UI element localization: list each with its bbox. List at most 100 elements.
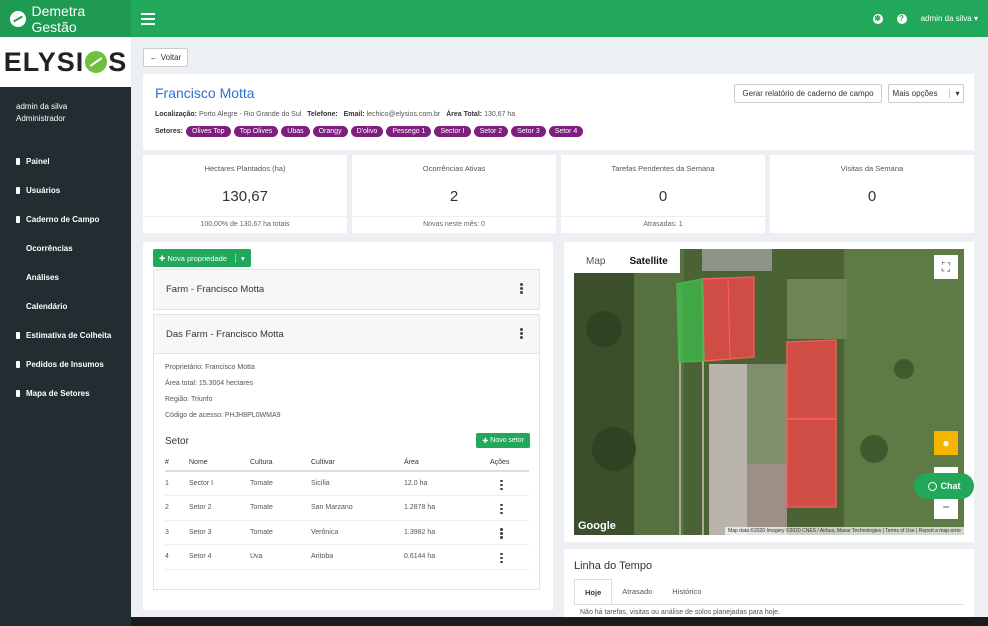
row-kebab-icon[interactable]: [500, 552, 503, 564]
sector-tag[interactable]: Setor 4: [548, 126, 584, 137]
sidebar-item-label: Painel: [26, 157, 50, 166]
cell-area: 1.3982 ha: [404, 520, 490, 545]
timeline-panel: Linha do Tempo Hoje Atrasado Histórico N…: [564, 549, 974, 617]
sector-tag[interactable]: Top Olives: [233, 126, 279, 137]
kebab-menu-icon[interactable]: [520, 328, 523, 339]
sidebar-item-usuarios[interactable]: Usuários: [0, 176, 131, 205]
fullscreen-icon[interactable]: ⛶: [934, 255, 958, 279]
stat-visitas: Visitas da Semana 0: [770, 155, 974, 233]
column-header: Cultivar: [311, 455, 404, 472]
table-row: 1 Sector I Tomate Sicília 12.0 ha: [165, 471, 529, 496]
sector-tag[interactable]: Setor 2: [473, 126, 509, 137]
sector-tag[interactable]: Setor 3: [511, 126, 546, 137]
user-menu[interactable]: admin da silva ▾: [921, 14, 978, 23]
farm-card[interactable]: Farm - Francisco Motta: [153, 269, 540, 310]
cell-actions: [490, 544, 529, 570]
sidebar-item-label: Usuários: [26, 186, 61, 195]
sidebar-item-ocorrencias[interactable]: Ocorrências: [0, 234, 131, 263]
cell-actions: [490, 471, 529, 496]
elysios-logo: ELYSI S: [0, 37, 131, 87]
user-role: Administrador: [16, 114, 66, 123]
page-title: Francisco Motta: [155, 85, 255, 101]
setor-section-title: Setor: [165, 436, 189, 447]
sidebar-item-analises[interactable]: Análises: [0, 263, 131, 292]
row-kebab-icon[interactable]: [500, 503, 503, 515]
field-red[interactable]: [786, 418, 837, 508]
column-header: Ações: [490, 455, 529, 472]
user-panel: admin da silva Administrador: [0, 87, 131, 125]
row-kebab-icon[interactable]: [500, 528, 503, 539]
cell-cultivar: Aritoba: [311, 544, 404, 570]
report-button[interactable]: Gerar relatório de caderno de campo: [734, 84, 882, 103]
tab-map[interactable]: Map: [574, 249, 617, 273]
sidebar-item-label: Ocorrências: [26, 244, 73, 253]
more-options-button[interactable]: Mais opções ▾: [888, 84, 964, 103]
sidebar-item-estimativa[interactable]: Estimativa de Colheita: [0, 321, 131, 350]
sector-tag[interactable]: D'olivo: [350, 126, 384, 137]
orders-icon: [16, 361, 20, 368]
chat-label: Chat: [940, 481, 961, 491]
timeline-empty-message: Não há tarefas, visitas ou análise de so…: [574, 604, 964, 624]
gear-icon[interactable]: ✱: [872, 13, 883, 24]
field-green[interactable]: [676, 278, 705, 363]
cell-number: 3: [165, 520, 189, 545]
location-value: Porto Alegre - Rio Grande do Sul: [198, 111, 302, 118]
cell-area: 1.2878 ha: [404, 495, 490, 521]
user-name: admin da silva: [16, 102, 68, 111]
kebab-menu-icon[interactable]: [520, 283, 523, 294]
farm-title: Das Farm - Francisco Motta: [166, 329, 284, 340]
sector-tag[interactable]: Orangy: [312, 126, 348, 137]
sidebar-menu: Painel Usuários Caderno de Campo Ocorrên…: [0, 147, 131, 408]
logo-leaf-icon: [85, 51, 108, 73]
sidebar-item-pedidos[interactable]: Pedidos de Insumos: [0, 350, 131, 379]
column-header: #: [165, 455, 189, 472]
back-button[interactable]: ← Voltar: [143, 48, 188, 67]
tab-atrasado[interactable]: Atrasado: [612, 579, 662, 604]
satellite-map[interactable]: Map Satellite ⛶ ● + − Google Map data ©2…: [574, 249, 964, 535]
farm-access-code: Código de acesso: PHJH8PL0WMA9: [165, 412, 281, 419]
more-options-label: Mais opções: [892, 89, 938, 98]
chat-button[interactable]: Chat: [914, 473, 974, 499]
stat-title: Ocorrências Ativas: [422, 164, 486, 173]
field-red[interactable]: [786, 339, 837, 420]
sidebar-item-caderno[interactable]: Caderno de Campo: [0, 205, 131, 234]
sectors-label: Setores:: [155, 128, 184, 135]
new-setor-label: Novo setor: [490, 437, 524, 444]
tab-historico[interactable]: Histórico: [662, 579, 711, 604]
new-setor-button[interactable]: ✚ Novo setor: [476, 433, 530, 448]
menu-toggle-icon[interactable]: [141, 12, 155, 25]
sidebar-item-label: Mapa de Setores: [26, 389, 90, 398]
back-button-label: Voltar: [160, 53, 182, 62]
sector-tag[interactable]: Ubas: [281, 126, 310, 137]
timeline-tabs: Hoje Atrasado Histórico: [574, 579, 711, 604]
caret-down-icon: ▾: [235, 253, 245, 263]
cell-name: Setor 3: [189, 520, 250, 545]
tab-satellite[interactable]: Satellite: [617, 249, 679, 273]
map-type-tabs: Map Satellite: [574, 249, 680, 273]
pegman-icon[interactable]: ●: [934, 431, 958, 455]
sector-tag[interactable]: Sector I: [434, 126, 471, 137]
timeline-title: Linha do Tempo: [574, 560, 653, 572]
stat-title: Visitas da Semana: [840, 164, 904, 173]
sidebar-item-calendario[interactable]: Calendário: [0, 292, 131, 321]
brand[interactable]: Demetra Gestão: [0, 0, 131, 37]
cell-name: Setor 2: [189, 495, 250, 521]
harvest-icon: [16, 332, 20, 339]
map-attribution: Map data ©2020 Imagery ©2020 CNES / Airb…: [725, 527, 964, 535]
sector-tag[interactable]: Pessego 1: [386, 126, 432, 137]
book-icon: [16, 216, 20, 223]
person-info: Localização: Porto Alegre - Rio Grande d…: [155, 111, 515, 118]
sidebar-item-label: Calendário: [26, 302, 68, 311]
column-header: Cultura: [250, 455, 311, 472]
sidebar-item-painel[interactable]: Painel: [0, 147, 131, 176]
row-kebab-icon[interactable]: [500, 479, 503, 490]
sector-tag[interactable]: Olives Top: [186, 126, 231, 137]
map-panel: Map Satellite ⛶ ● + − Google Map data ©2…: [564, 242, 974, 542]
tab-hoje[interactable]: Hoje: [574, 579, 613, 604]
stat-footer: Atrasadas: 1: [561, 216, 765, 233]
help-icon[interactable]: ?: [896, 13, 907, 24]
cell-area: 0.6144 ha: [404, 544, 490, 570]
table-row: 3 Setor 3 Tomate Verônica 1.3982 ha: [165, 520, 529, 545]
sidebar-item-mapa[interactable]: Mapa de Setores: [0, 379, 131, 408]
new-property-button[interactable]: ✚ Nova propriedade ▾: [153, 249, 251, 267]
